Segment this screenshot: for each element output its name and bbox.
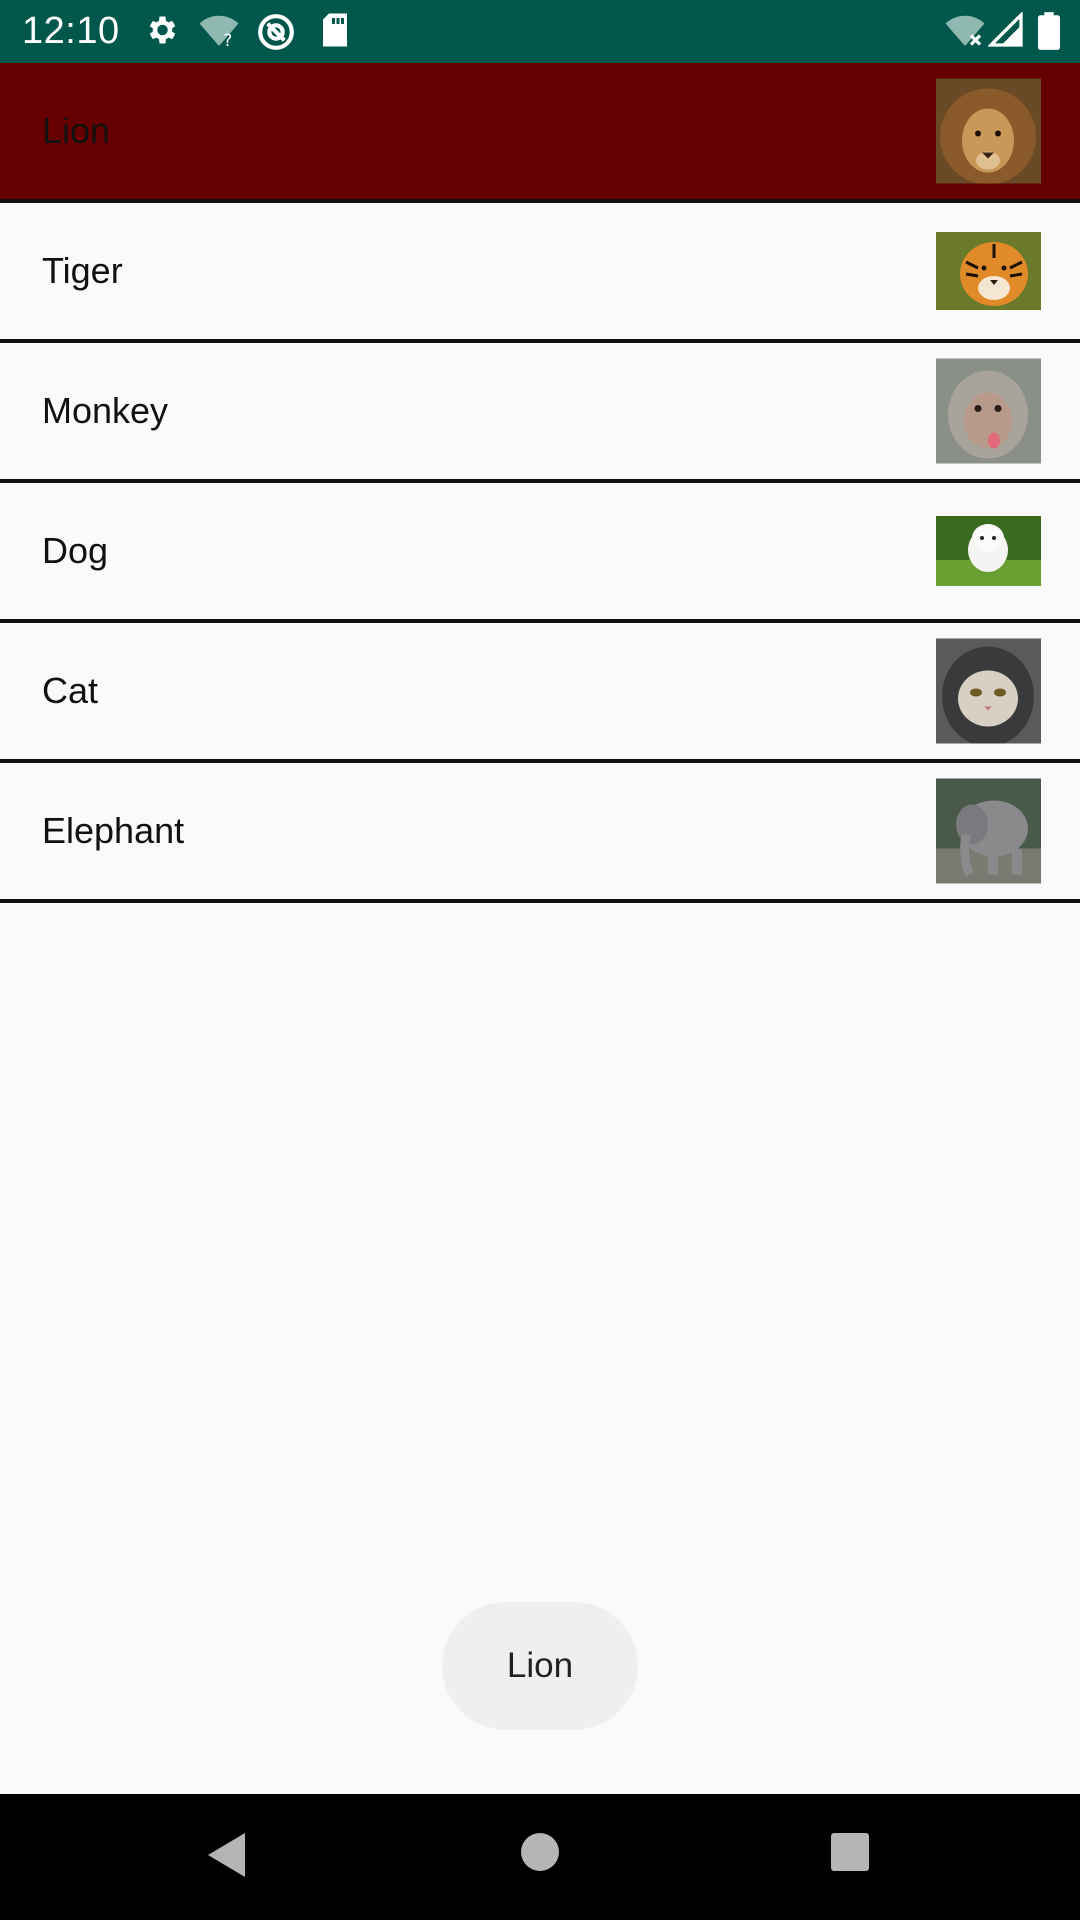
back-icon[interactable] bbox=[205, 1830, 247, 1885]
list-item-label: Tiger bbox=[42, 250, 123, 291]
home-icon[interactable] bbox=[520, 1832, 560, 1877]
recents-icon[interactable] bbox=[830, 1832, 870, 1877]
list-item[interactable]: Cat bbox=[0, 623, 1080, 763]
list-item[interactable]: Lion bbox=[0, 63, 1080, 203]
toast-text: Lion bbox=[506, 1646, 574, 1685]
list-item-label: Elephant bbox=[42, 810, 185, 851]
toast-message: Lion bbox=[442, 1602, 638, 1730]
battery-icon bbox=[1038, 12, 1060, 55]
monkey-image bbox=[936, 358, 1041, 464]
cell-signal-icon bbox=[987, 11, 1024, 53]
lion-image bbox=[936, 78, 1041, 184]
at-sign-icon bbox=[256, 12, 296, 57]
status-bar: 12:10 ? bbox=[0, 0, 1080, 63]
status-time: 12:10 bbox=[22, 10, 120, 52]
sd-card-icon bbox=[320, 12, 350, 53]
wifi-off-icon bbox=[944, 12, 986, 55]
list-item-label: Cat bbox=[42, 670, 99, 711]
gear-icon bbox=[143, 12, 179, 53]
list-item-label: Dog bbox=[42, 530, 109, 571]
list-item[interactable]: Tiger bbox=[0, 203, 1080, 343]
list-item[interactable]: Elephant bbox=[0, 763, 1080, 903]
list-item[interactable]: Monkey bbox=[0, 343, 1080, 483]
navigation-bar bbox=[0, 1794, 1080, 1920]
tiger-image bbox=[936, 232, 1041, 310]
cat-image bbox=[936, 638, 1041, 744]
elephant-image bbox=[936, 778, 1041, 884]
animal-list: Lion Tiger Monkey Dog Cat Elephant bbox=[0, 63, 1080, 903]
list-item-label: Monkey bbox=[42, 390, 169, 431]
dog-image bbox=[936, 516, 1041, 586]
wifi-question-icon: ? bbox=[198, 12, 240, 55]
svg-text:?: ? bbox=[224, 31, 233, 50]
list-item[interactable]: Dog bbox=[0, 483, 1080, 623]
list-item-label: Lion bbox=[42, 110, 111, 151]
